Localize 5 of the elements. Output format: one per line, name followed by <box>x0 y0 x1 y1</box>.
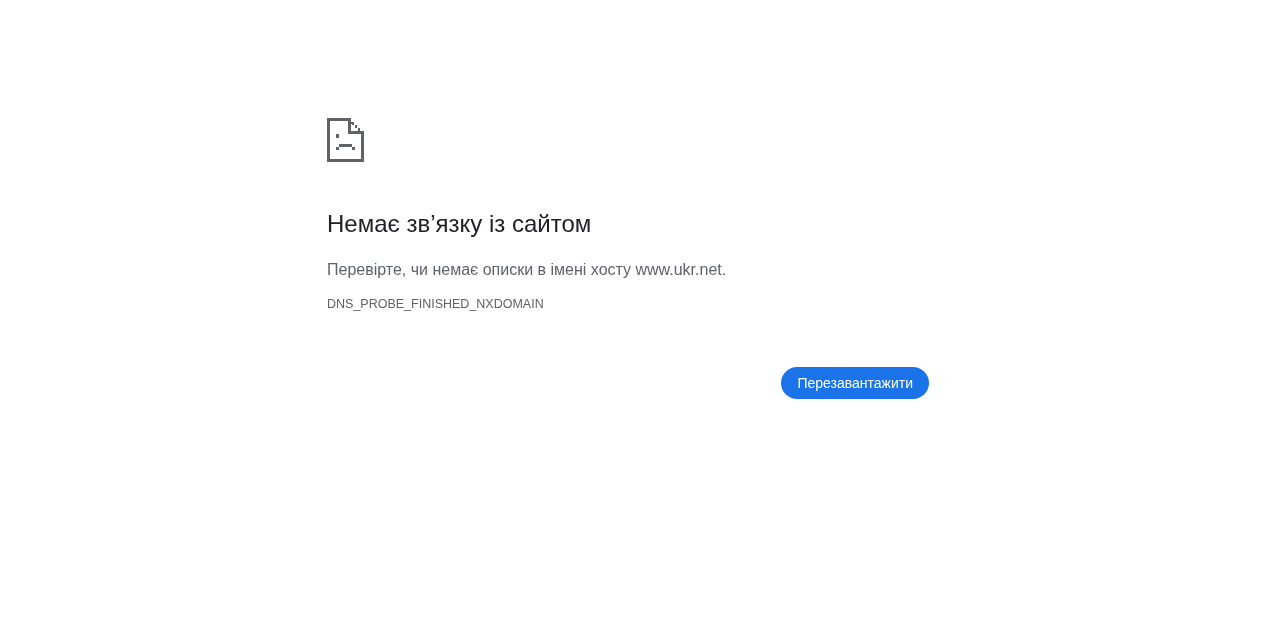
error-message: Перевірте, чи немає описки в імені хосту www.ukr.net. <box>327 260 727 280</box>
error-title: Немає зв’язку із сайтом <box>327 210 592 238</box>
sad-page-icon <box>327 118 364 162</box>
reload-button[interactable]: Перезавантажити <box>781 367 929 399</box>
error-code: DNS_PROBE_FINISHED_NXDOMAIN <box>327 296 544 312</box>
